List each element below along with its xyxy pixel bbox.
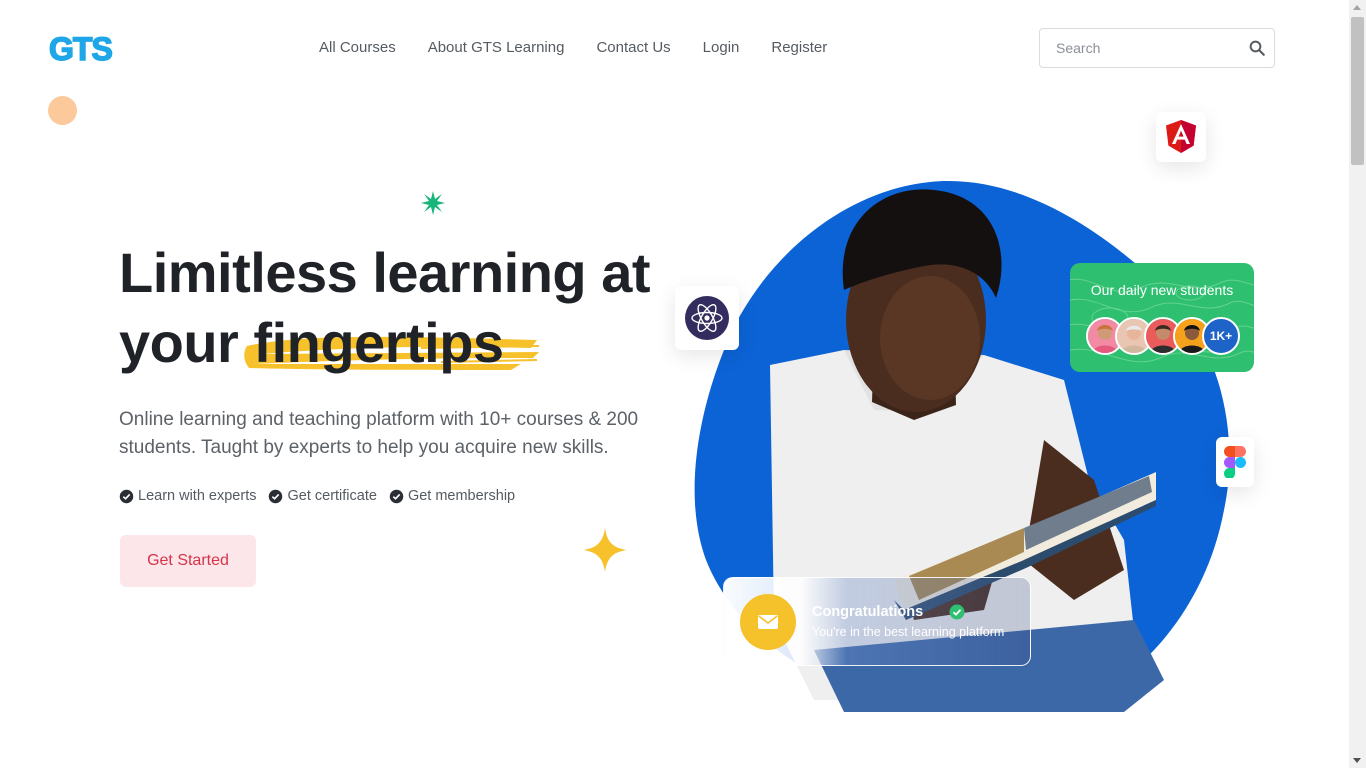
angular-icon <box>1166 120 1196 153</box>
daily-students-card: Our daily new students 1K+ <box>1070 263 1254 372</box>
hero-title-your: your <box>119 311 239 374</box>
students-card-title: Our daily new students <box>1090 282 1234 298</box>
hero-title: Limitless learning at your fingertips <box>119 238 679 378</box>
scroll-down-arrow-icon[interactable] <box>1353 758 1361 763</box>
check-badge-icon <box>269 489 283 503</box>
green-star-icon <box>421 191 445 215</box>
feature-list: Learn with experts Get certificate Get m… <box>119 488 515 504</box>
avatar-group: 1K+ <box>1086 317 1240 355</box>
feature-label: Learn with experts <box>138 488 257 504</box>
figma-card <box>1216 437 1254 487</box>
verified-check-icon <box>949 604 965 620</box>
feature-label: Get certificate <box>287 488 377 504</box>
nav-login[interactable]: Login <box>687 38 756 58</box>
mail-badge <box>740 594 796 650</box>
yellow-sparkle-icon <box>583 528 627 572</box>
feature-item: Get membership <box>389 488 515 504</box>
congrats-subtitle: You're in the best learning platform <box>812 625 1005 639</box>
students-count-badge: 1K+ <box>1202 317 1240 355</box>
hero-title-line1: Limitless learning at <box>119 241 651 304</box>
mail-icon <box>758 615 778 629</box>
gts-logo[interactable]: GTS <box>48 30 114 66</box>
search-box <box>1039 28 1275 68</box>
check-badge-icon <box>389 489 404 503</box>
nav-register[interactable]: Register <box>755 38 843 58</box>
hero-description: Online learning and teaching platform wi… <box>119 409 639 458</box>
nav-all-courses[interactable]: All Courses <box>303 38 412 58</box>
angular-card <box>1156 112 1206 162</box>
hero-title-fingertips: fingertips <box>253 311 504 374</box>
hero-title-highlight: fingertips <box>244 308 540 378</box>
decor-dot <box>48 96 77 125</box>
nav-contact[interactable]: Contact Us <box>580 38 686 58</box>
atom-icon <box>685 296 729 340</box>
feature-label: Get membership <box>407 488 516 504</box>
svg-text:GTS: GTS <box>49 31 112 66</box>
scrollbar-thumb[interactable] <box>1351 17 1364 165</box>
feature-item: Get certificate <box>268 488 377 504</box>
page-scrollbar[interactable] <box>1349 0 1366 768</box>
scroll-up-arrow-icon[interactable] <box>1353 5 1361 10</box>
nav-about[interactable]: About GTS Learning <box>412 38 581 58</box>
congratulations-card: Congratulations You're in the best learn… <box>723 577 1031 666</box>
figma-icon <box>1224 446 1246 478</box>
feature-item: Learn with experts <box>119 488 256 504</box>
check-badge-icon <box>119 489 134 503</box>
atom-card <box>675 286 739 350</box>
get-started-button[interactable]: Get Started <box>120 535 256 587</box>
search-input[interactable] <box>1040 29 1240 67</box>
main-nav: All Courses About GTS Learning Contact U… <box>303 38 843 58</box>
search-icon[interactable] <box>1248 39 1266 57</box>
congrats-title: Congratulations <box>812 604 924 620</box>
